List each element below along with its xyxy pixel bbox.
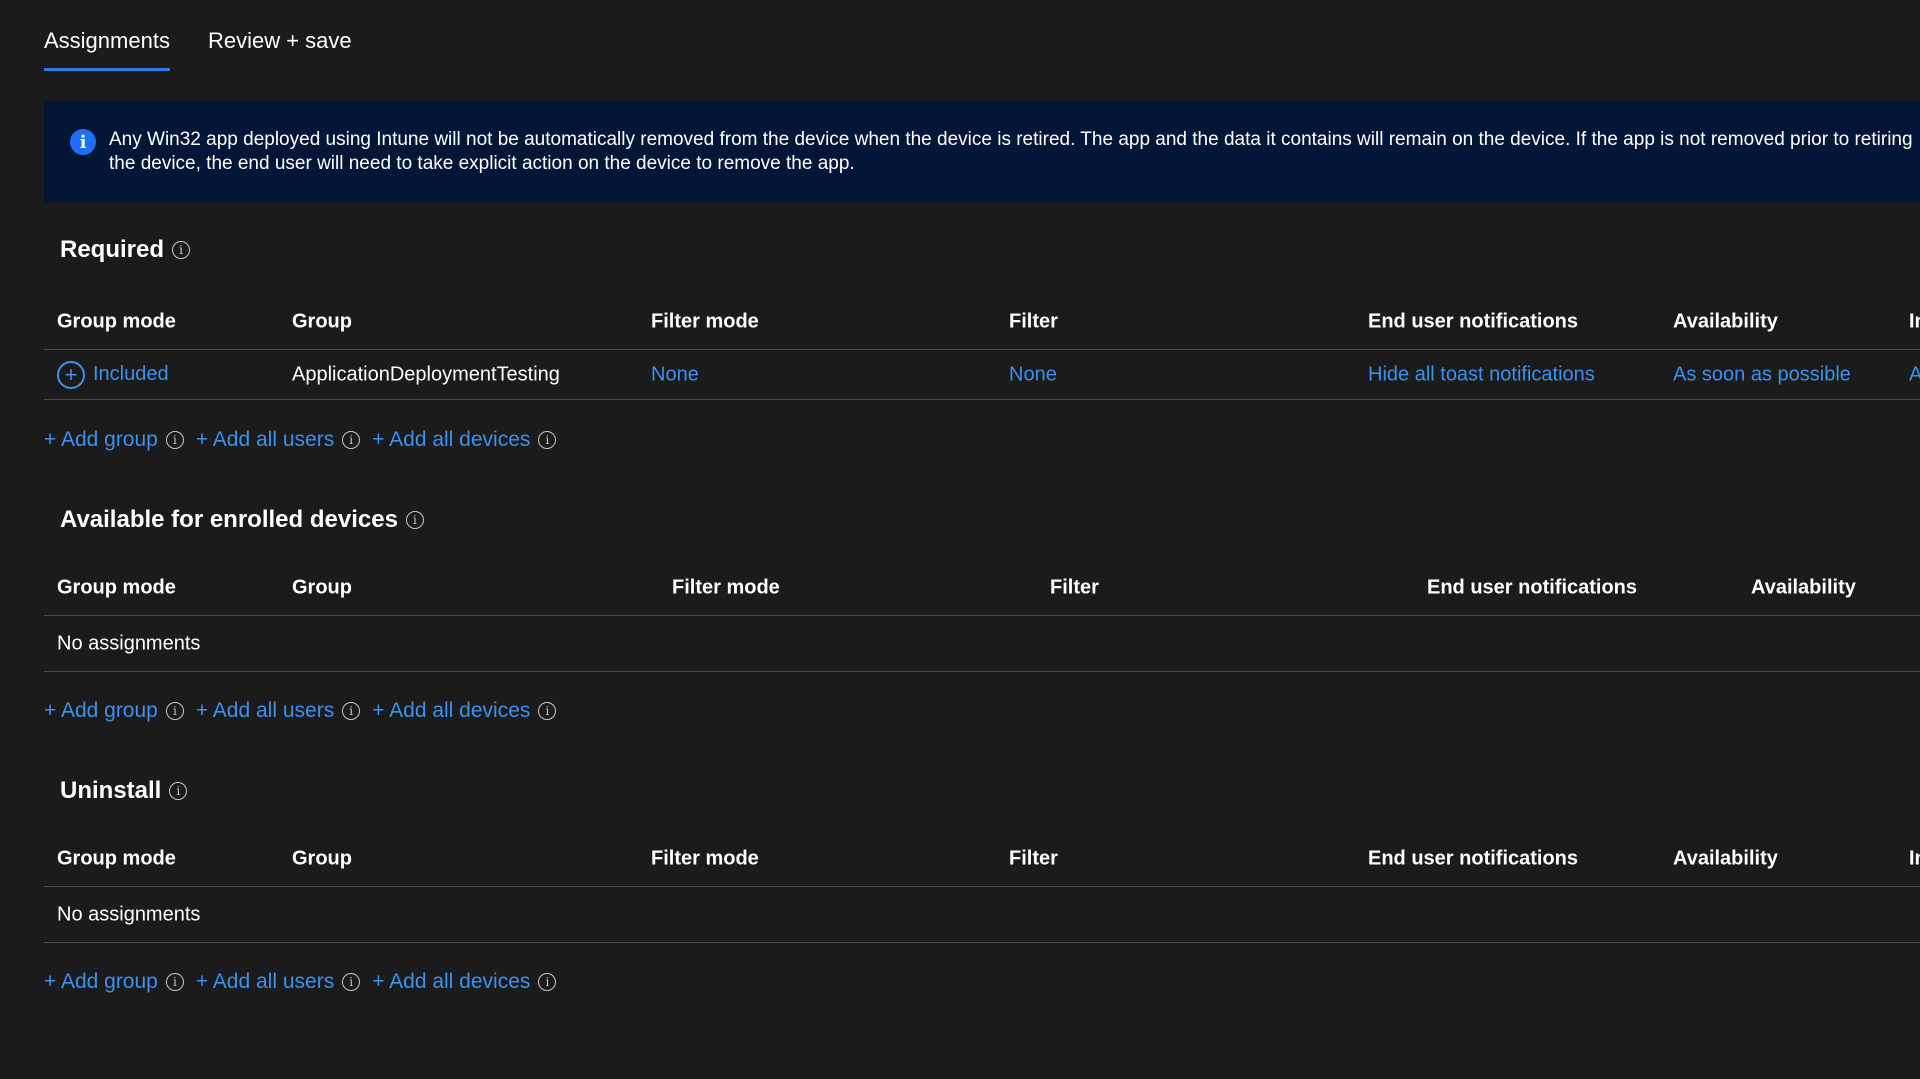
section-title-required: Required i bbox=[60, 236, 191, 264]
col-group: Group bbox=[292, 576, 352, 598]
available-table: Group mode Group Filter mode Filter End … bbox=[44, 560, 1920, 672]
col-group: Group bbox=[292, 847, 352, 869]
col-group-mode: Group mode bbox=[57, 310, 176, 332]
info-icon[interactable]: i bbox=[538, 973, 557, 991]
col-filter-mode: Filter mode bbox=[651, 847, 759, 869]
col-filter-mode: Filter mode bbox=[651, 310, 759, 332]
add-circle-icon: + bbox=[57, 360, 85, 389]
table-row: + Included ApplicationDeploymentTesting … bbox=[44, 350, 1920, 400]
availability-link[interactable]: As soon as possible bbox=[1673, 363, 1851, 386]
col-filter: Filter bbox=[1009, 310, 1058, 332]
tab-assignments[interactable]: Assignments bbox=[44, 28, 170, 71]
col-installation: Installation deadline bbox=[1909, 847, 1920, 869]
required-table: Group mode Group Filter mode Filter End … bbox=[44, 294, 1920, 400]
add-all-devices-button[interactable]: + Add all devices bbox=[372, 699, 530, 723]
col-availability: Availability bbox=[1751, 576, 1856, 598]
col-group-mode: Group mode bbox=[57, 576, 176, 598]
info-icon[interactable]: i bbox=[342, 702, 361, 720]
empty-message: No assignments bbox=[57, 632, 201, 654]
table-header: Group mode Group Filter mode Filter End … bbox=[44, 560, 1920, 616]
assignments-page: Assignments Review + save i Any Win32 ap… bbox=[0, 0, 1920, 1079]
empty-message: No assignments bbox=[57, 903, 201, 925]
section-title-uninstall: Uninstall i bbox=[60, 777, 188, 805]
info-icon[interactable]: i bbox=[169, 782, 188, 800]
add-group-button[interactable]: + Add group bbox=[44, 428, 158, 452]
add-all-users-button[interactable]: + Add all users bbox=[196, 428, 334, 452]
col-installation: Installation deadline bbox=[1909, 310, 1920, 332]
col-notifications: End user notifications bbox=[1368, 310, 1579, 332]
uninstall-table: Group mode Group Filter mode Filter End … bbox=[44, 831, 1920, 943]
info-icon[interactable]: i bbox=[538, 431, 557, 449]
installation-link[interactable]: As soon as possible bbox=[1909, 363, 1920, 386]
table-header: Group mode Group Filter mode Filter End … bbox=[44, 294, 1920, 350]
info-icon[interactable]: i bbox=[405, 511, 424, 529]
add-group-button[interactable]: + Add group bbox=[44, 699, 158, 723]
group-mode-label: Included bbox=[93, 363, 169, 385]
col-availability: Availability bbox=[1673, 310, 1778, 332]
add-group-button[interactable]: + Add group bbox=[44, 970, 158, 994]
info-banner: i Any Win32 app deployed using Intune wi… bbox=[44, 101, 1920, 202]
info-icon[interactable]: i bbox=[165, 973, 184, 991]
col-group: Group bbox=[292, 310, 352, 332]
table-row: No assignments bbox=[44, 616, 1920, 672]
col-notifications: End user notifications bbox=[1427, 576, 1638, 598]
add-all-users-button[interactable]: + Add all users bbox=[196, 970, 334, 994]
section-title-text: Available for enrolled devices bbox=[60, 506, 398, 533]
section-title-text: Required bbox=[60, 236, 165, 263]
section-title-text: Uninstall bbox=[60, 777, 162, 804]
col-group-mode: Group mode bbox=[57, 847, 176, 869]
group-mode-included[interactable]: + Included bbox=[57, 360, 169, 389]
info-icon[interactable]: i bbox=[538, 702, 557, 720]
info-icon[interactable]: i bbox=[165, 702, 184, 720]
available-actions: + Add group i + Add all users i + Add al… bbox=[44, 699, 560, 723]
add-all-devices-button[interactable]: + Add all devices bbox=[372, 970, 530, 994]
section-title-available: Available for enrolled devices i bbox=[60, 506, 424, 534]
col-filter-mode: Filter mode bbox=[672, 576, 780, 598]
tab-bar: Assignments Review + save bbox=[44, 28, 352, 71]
add-all-users-button[interactable]: + Add all users bbox=[196, 699, 334, 723]
col-notifications: End user notifications bbox=[1368, 847, 1579, 869]
uninstall-actions: + Add group i + Add all users i + Add al… bbox=[44, 970, 560, 994]
info-icon[interactable]: i bbox=[172, 241, 191, 259]
table-row: No assignments bbox=[44, 887, 1920, 943]
required-actions: + Add group i + Add all users i + Add al… bbox=[44, 428, 560, 452]
info-icon[interactable]: i bbox=[165, 431, 184, 449]
col-filter: Filter bbox=[1009, 847, 1058, 869]
tab-review-save[interactable]: Review + save bbox=[208, 28, 352, 71]
info-icon[interactable]: i bbox=[342, 431, 361, 449]
notifications-link[interactable]: Hide all toast notifications bbox=[1368, 363, 1595, 386]
table-header: Group mode Group Filter mode Filter End … bbox=[44, 831, 1920, 887]
banner-text: Any Win32 app deployed using Intune will… bbox=[109, 129, 1913, 174]
filter-link[interactable]: None bbox=[1009, 363, 1057, 386]
add-all-devices-button[interactable]: + Add all devices bbox=[372, 428, 530, 452]
filter-mode-link[interactable]: None bbox=[651, 363, 699, 386]
col-filter: Filter bbox=[1050, 576, 1099, 598]
col-availability: Availability bbox=[1673, 847, 1778, 869]
group-name: ApplicationDeploymentTesting bbox=[292, 363, 560, 385]
info-icon: i bbox=[70, 129, 96, 155]
info-icon[interactable]: i bbox=[342, 973, 361, 991]
